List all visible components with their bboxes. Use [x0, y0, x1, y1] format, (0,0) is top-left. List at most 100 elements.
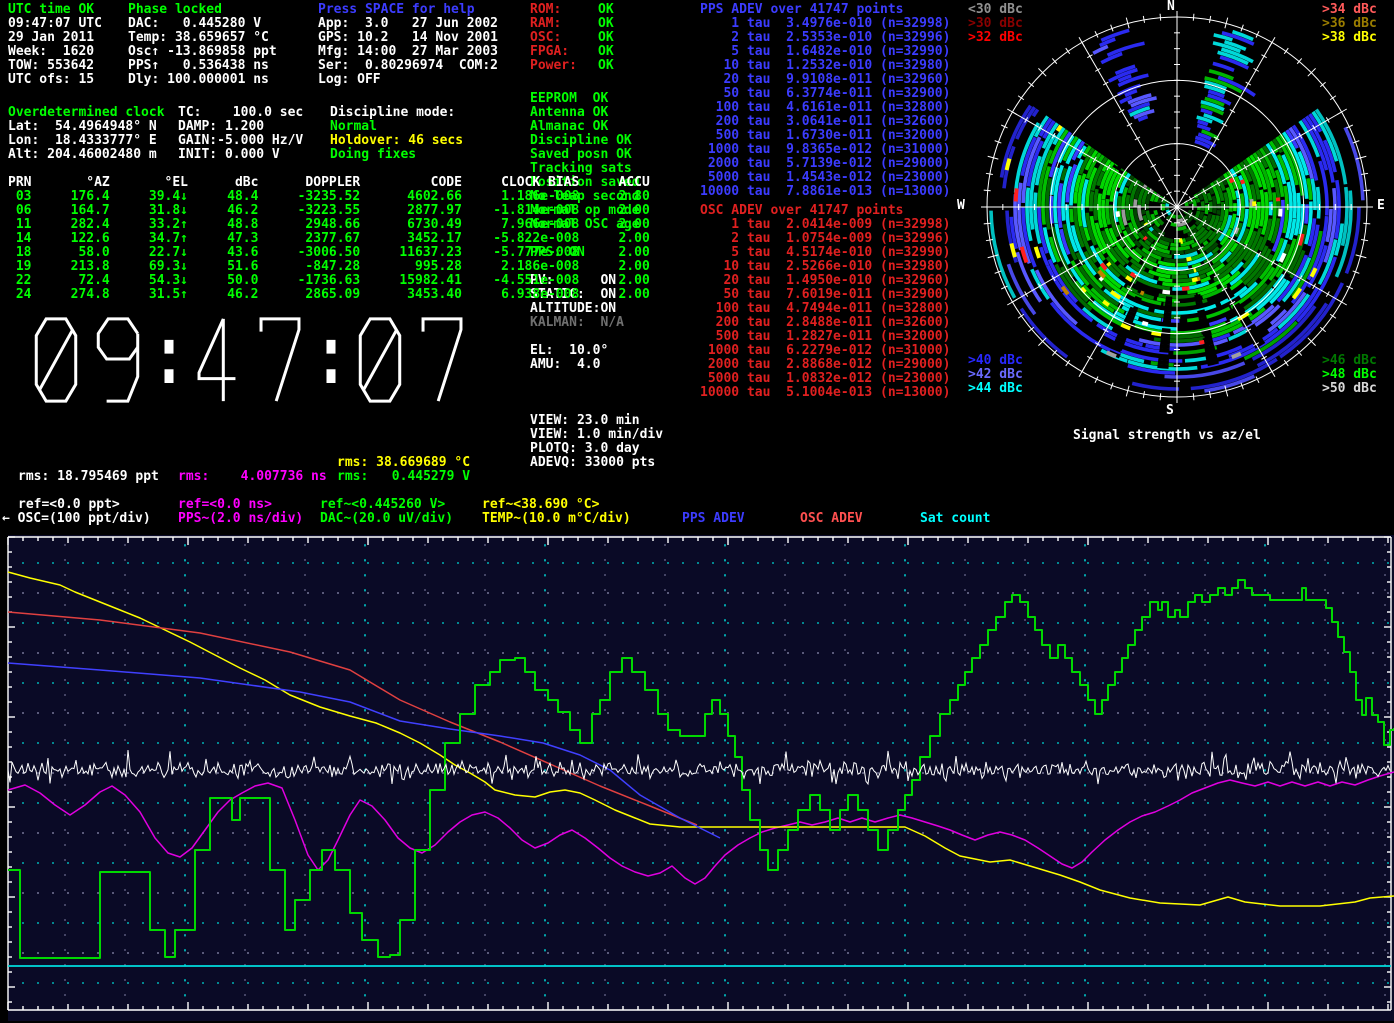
adev-table-row: 50 tau 7.6019e-011 (n=32900): [700, 288, 950, 302]
rms-dac: rms: 0.445279 V: [337, 470, 470, 484]
position-line: Lat: 54.4964948° N: [8, 120, 157, 134]
version-line: GPS: 10.2 14 Nov 2001: [318, 31, 498, 45]
osc-status-line: Osc↑ -13.869858 ppt: [128, 45, 277, 59]
sat-table-row: 22 72.4 54.3↓ 50.0 -1736.63 15982.41 -4.…: [8, 274, 650, 288]
selftest-value: OK: [598, 45, 614, 59]
discipline-normal: Normal: [330, 120, 377, 134]
adev-table-row: 2 tau 1.0754e-009 (n=32996): [700, 232, 950, 246]
position-line: Alt: 204.46002480 m: [8, 148, 157, 162]
sat-table-row: 11 282.4 33.2↑ 48.8 2948.66 6730.49 7.96…: [8, 218, 650, 232]
adev-table-row: 5000 tau 1.0832e-012 (n=23000): [700, 372, 950, 386]
sat-table-row: 19 213.8 69.3↓ 51.6 -847.28 995.28 2.186…: [8, 260, 650, 274]
sat-table-row: 18 58.0 22.7↓ 43.6 -3006.50 11637.23 -5.…: [8, 246, 650, 260]
loop-param-line: DAMP: 1.200: [178, 120, 264, 134]
scale-temp: TEMP~(10.0 m°C/div): [482, 512, 631, 526]
adev-table-row: 1000 tau 9.8365e-012 (n=31000): [700, 143, 950, 157]
time-status-line: 09:47:07 UTC: [8, 17, 102, 31]
legend-osc-adev: OSC ADEV: [800, 512, 863, 526]
selftest-label: RAM:: [530, 17, 561, 31]
filter-line: KALMAN: N/A: [530, 316, 624, 330]
selftest-value: OK: [598, 17, 614, 31]
time-status-line: UTC ofs: 15: [8, 73, 94, 87]
big-digital-clock: [24, 314, 484, 408]
health-line: Discipline OK: [530, 134, 632, 148]
adev-table-row: 200 tau 3.0641e-011 (n=32600): [700, 115, 950, 129]
survey-mode-header: Overdetermined clock: [8, 106, 165, 120]
help-hint: Press SPACE for help: [318, 3, 475, 17]
adev-table-row: 1000 tau 6.2279e-012 (n=31000): [700, 344, 950, 358]
health-line: Antenna OK: [530, 106, 608, 120]
ref-pps: ref=<0.0 ns>: [178, 498, 272, 512]
osc-status-line: Dly: 100.000001 ns: [128, 73, 269, 87]
selftest-label: FPGA:: [530, 45, 569, 59]
loop-param-line: INIT: 0.000 V: [178, 148, 280, 162]
adev-table-row: 10 tau 2.5266e-010 (n=32980): [700, 260, 950, 274]
rms-temp: rms: 38.669689 °C: [337, 456, 470, 470]
version-line: Mfg: 14:00 27 Mar 2003: [318, 45, 498, 59]
health-line: EEPROM OK: [530, 92, 608, 106]
adev-table-row: 5 tau 1.6482e-010 (n=32990): [700, 45, 950, 59]
adev-table-row: 500 tau 1.6730e-011 (n=32000): [700, 129, 950, 143]
ref-osc: ref=<0.0 ppt>: [18, 498, 120, 512]
sat-table-row: 06 164.7 31.8↓ 46.2 -3223.55 2877.97 -1.…: [8, 204, 650, 218]
osc-status-line: DAC: 0.445280 V: [128, 17, 261, 31]
adev-table-row: 10000 tau 7.8861e-013 (n=13000): [700, 185, 950, 199]
sat-table-row: 03 176.4 39.4↓ 48.4 -3235.52 4602.66 1.1…: [8, 190, 650, 204]
history-plot[interactable]: [0, 533, 1394, 1023]
view-line: PLOTQ: 3.0 day: [530, 442, 640, 456]
holdover-status: Holdover: 46 secs: [330, 134, 463, 148]
sat-table-row: 24 274.8 31.5↑ 46.2 2865.09 3453.40 6.93…: [8, 288, 650, 302]
legend-sat-count: Sat count: [920, 512, 990, 526]
scale-osc: ← OSC=(100 ppt/div): [2, 512, 151, 526]
adev-table-row: 100 tau 4.7494e-011 (n=32800): [700, 302, 950, 316]
discipline-mode-label: Discipline mode:: [330, 106, 455, 120]
scale-pps: PPS~(2.0 ns/div): [178, 512, 303, 526]
view-line: VIEW: 1.0 min/div: [530, 428, 663, 442]
adev-table-row: 200 tau 2.8488e-011 (n=32600): [700, 316, 950, 330]
selftest-value: OK: [598, 3, 614, 17]
selftest-label: ROM:: [530, 3, 561, 17]
adev-table-row: 500 tau 1.2827e-011 (n=32000): [700, 330, 950, 344]
adev-table-row: 2 tau 2.5353e-010 (n=32996): [700, 31, 950, 45]
mask-line: EL: 10.0°: [530, 344, 608, 358]
adev-table-row: 1 tau 3.4976e-010 (n=32998): [700, 17, 950, 31]
sat-table-header: PRN °AZ °EL dBc DOPPLER CODE CLOCK BIAS …: [8, 176, 650, 190]
adev-table-row: 5000 tau 1.4543e-012 (n=23000): [700, 171, 950, 185]
adev-table-row: 1 tau 2.0414e-009 (n=32998): [700, 218, 950, 232]
adev-table-row: 5 tau 4.5174e-010 (n=32990): [700, 246, 950, 260]
adev-table-title: PPS ADEV over 41747 points: [700, 3, 904, 17]
adev-table-row: 10000 tau 5.1004e-013 (n=13000): [700, 386, 950, 400]
osc-status-line: PPS↑ 0.536438 ns: [128, 59, 269, 73]
selftest-label: OSC:: [530, 31, 561, 45]
loop-param-line: GAIN:-5.000 Hz/V: [178, 134, 303, 148]
adev-table-row: 50 tau 6.3774e-011 (n=32900): [700, 87, 950, 101]
osc-status-header: Phase locked: [128, 3, 222, 17]
health-line: Saved posn OK: [530, 148, 632, 162]
adev-table-row: 20 tau 1.4950e-010 (n=32960): [700, 274, 950, 288]
loop-param-line: TC: 100.0 sec: [178, 106, 303, 120]
filter-line: ALTITUDE:ON: [530, 302, 616, 316]
health-line: Almanac OK: [530, 120, 608, 134]
rms-pps: rms: 4.007736 ns: [178, 470, 327, 484]
ref-temp: ref~<38.690 °C>: [482, 498, 599, 512]
sat-table-row: 14 122.6 34.7↑ 47.3 2377.67 3452.17 -5.8…: [8, 232, 650, 246]
adev-table-row: 2000 tau 2.8868e-012 (n=29000): [700, 358, 950, 372]
version-line: Ser: 0.80296974 COM:2: [318, 59, 498, 73]
adev-table-row: 10 tau 1.2532e-010 (n=32980): [700, 59, 950, 73]
adev-table-row: 100 tau 4.6161e-011 (n=32800): [700, 101, 950, 115]
position-line: Lon: 18.4333777° E: [8, 134, 157, 148]
ref-dac: ref~<0.445260 V>: [320, 498, 445, 512]
selftest-value: OK: [598, 59, 614, 73]
mask-line: AMU: 4.0: [530, 358, 600, 372]
adev-table-title: OSC ADEV over 41747 points: [700, 204, 904, 218]
time-status-line: TOW: 553642: [8, 59, 94, 73]
selftest-value: OK: [598, 31, 614, 45]
adev-table-row: 2000 tau 5.7139e-012 (n=29000): [700, 157, 950, 171]
rms-osc: rms: 18.795469 ppt: [18, 470, 159, 484]
adev-table-row: 20 tau 9.9108e-011 (n=32960): [700, 73, 950, 87]
selftest-label: Power:: [530, 59, 577, 73]
view-line: ADEVQ: 33000 pts: [530, 456, 655, 470]
doing-fixes-status: Doing fixes: [330, 148, 416, 162]
osc-status-line: Temp: 38.659657 °C: [128, 31, 269, 45]
signal-strength-polar-map: [960, 0, 1394, 426]
